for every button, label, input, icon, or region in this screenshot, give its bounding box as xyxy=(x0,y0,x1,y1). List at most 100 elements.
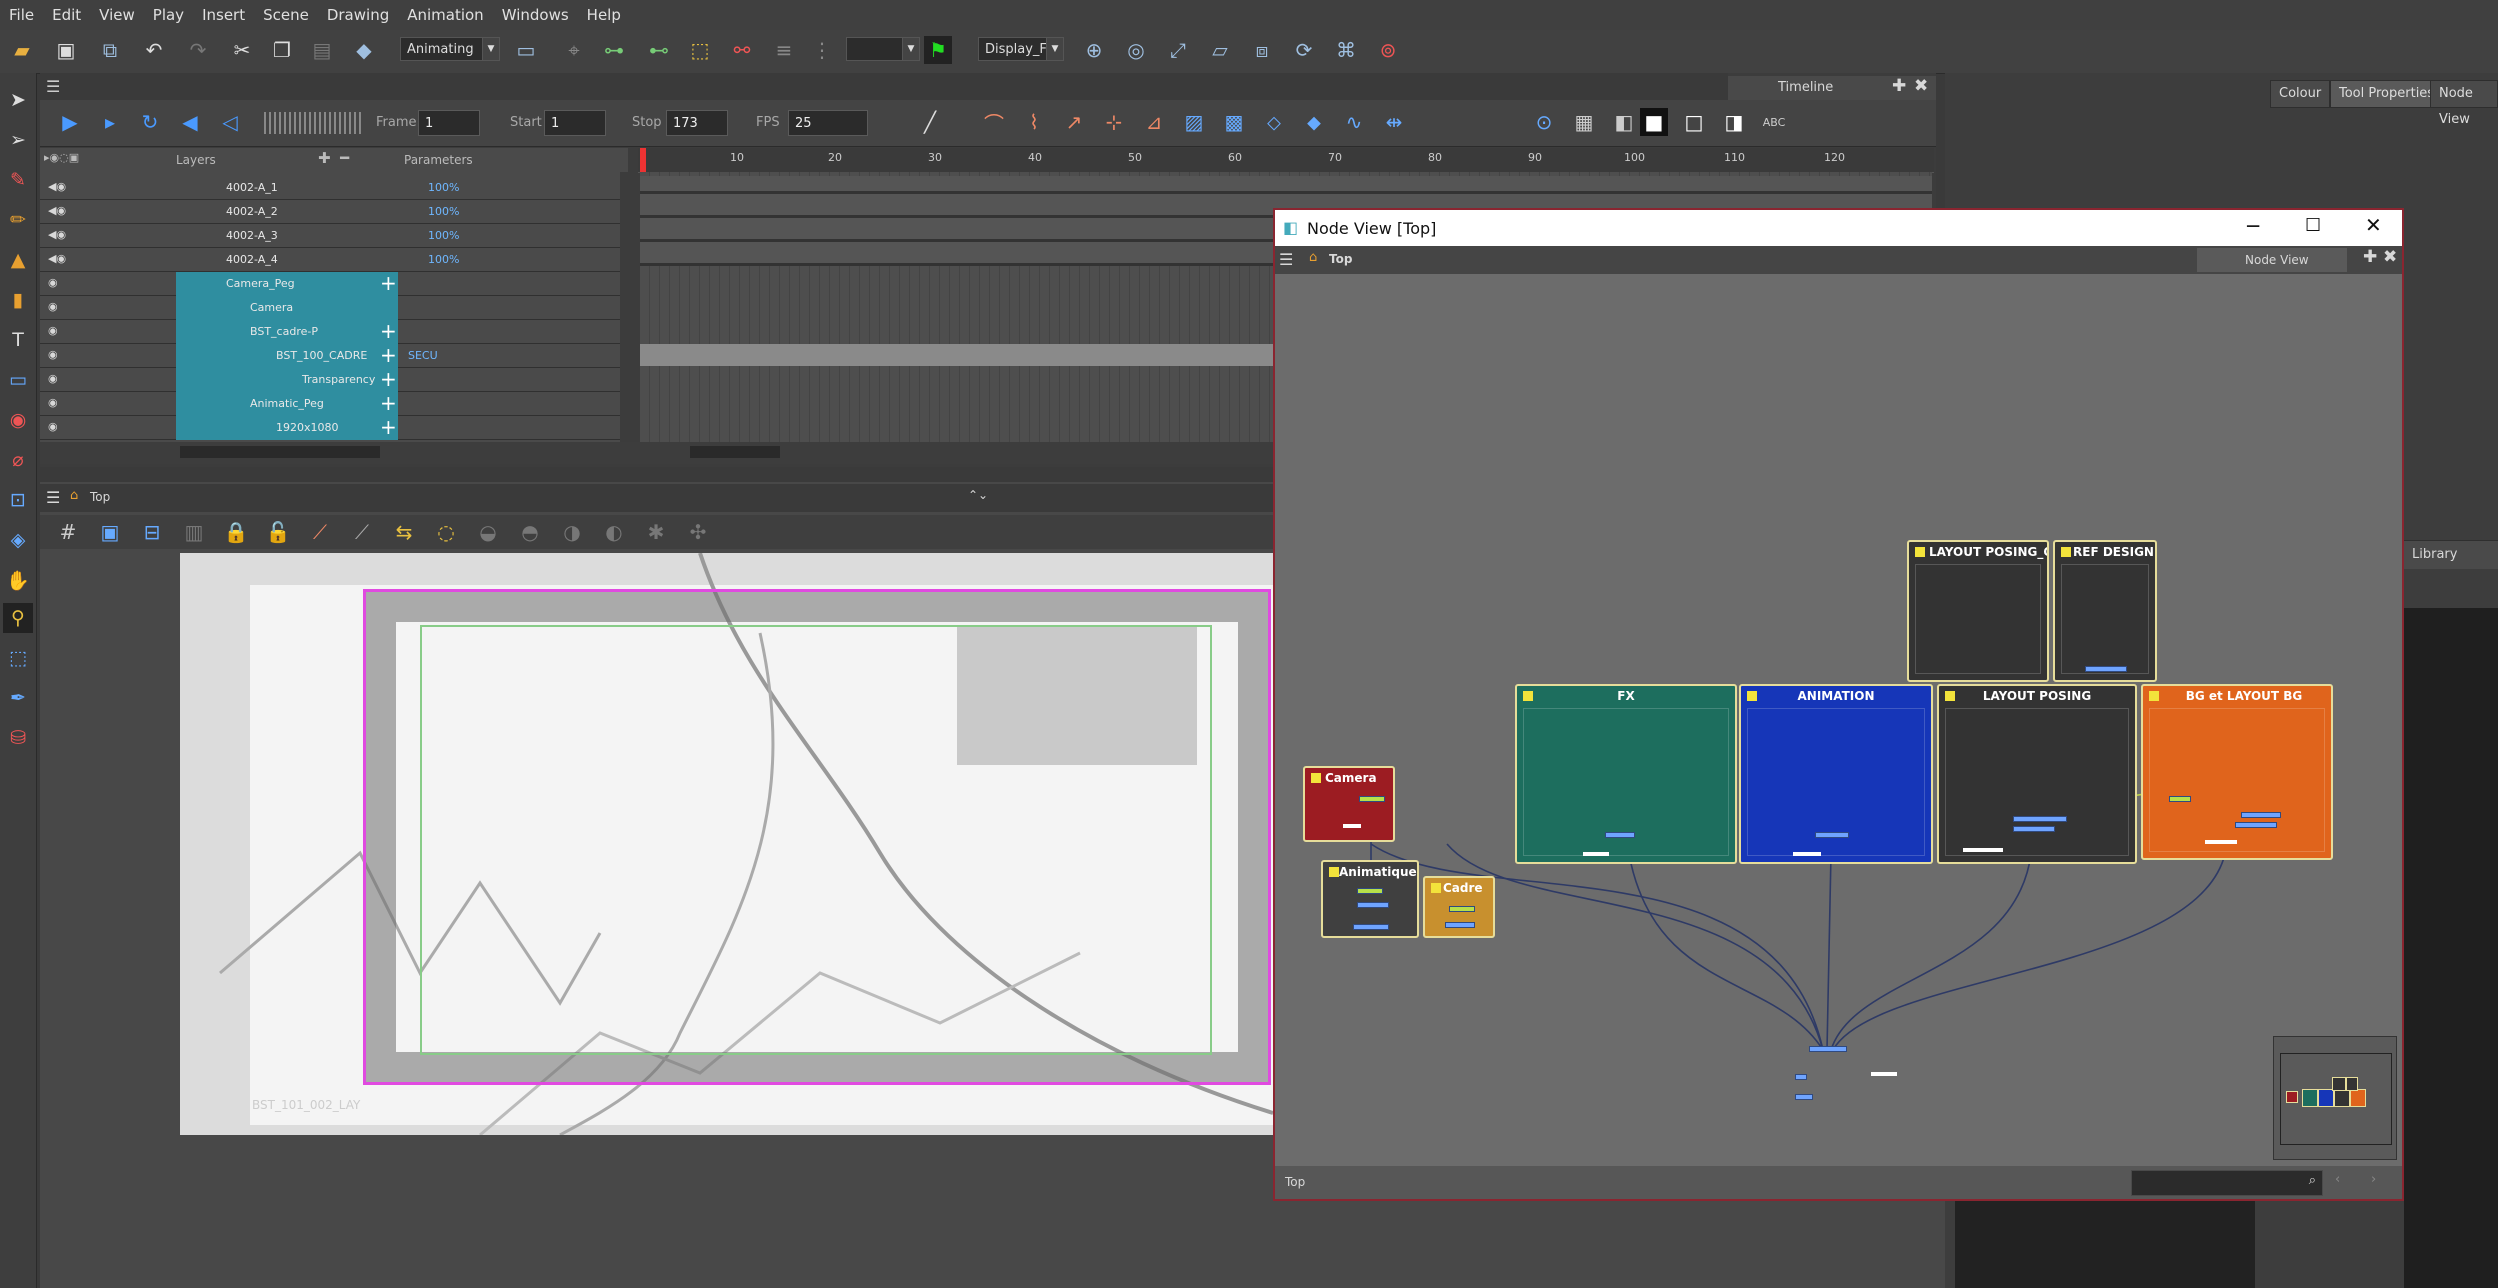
keyframe-icon[interactable]: ⌒ xyxy=(980,108,1008,136)
text-case-icon[interactable]: ABC xyxy=(1760,108,1788,136)
node-cadre[interactable]: Cadre xyxy=(1423,876,1495,938)
mode-combo[interactable]: Animating ▼ xyxy=(400,37,500,61)
layer-opacity[interactable]: 100% xyxy=(428,253,459,266)
cut-icon[interactable]: ✂ xyxy=(228,36,256,64)
layer-d-icon[interactable]: ◐ xyxy=(600,518,628,546)
layer-row[interactable]: ◉ Transparency + xyxy=(40,368,620,392)
navigator-minimap[interactable] xyxy=(2273,1036,2397,1160)
image-icon[interactable]: ▨ xyxy=(1180,108,1208,136)
node-layout-old[interactable]: LAYOUT POSING_OLD xyxy=(1907,540,2049,682)
next-icon[interactable]: › xyxy=(2371,1172,2376,1187)
menu-play[interactable]: Play xyxy=(144,6,193,24)
lock-icon[interactable]: 🔒 xyxy=(222,518,250,546)
mark-outline-icon[interactable]: □ xyxy=(1680,108,1708,136)
node-search-input[interactable]: ⌕ xyxy=(2131,1170,2323,1196)
add-key-icon[interactable]: ⊹ xyxy=(1100,108,1128,136)
node-animatique[interactable]: Animatique xyxy=(1321,860,1419,938)
ik-icon[interactable]: ⟳ xyxy=(1290,36,1318,64)
close-icon[interactable]: ✖ xyxy=(2383,247,2397,267)
node-port[interactable] xyxy=(2235,822,2277,828)
collapse-icon[interactable]: ⌃⌄ xyxy=(968,488,988,502)
ease-icon[interactable]: ⌇ xyxy=(1020,108,1048,136)
play-icon[interactable]: ▶ xyxy=(56,108,84,136)
maximize-icon[interactable]: ☐ xyxy=(2305,215,2321,236)
paint-icon[interactable]: ◉ xyxy=(3,405,33,435)
close-icon[interactable]: ✕ xyxy=(2365,213,2382,237)
add-icon[interactable]: + xyxy=(380,368,397,390)
eye-icon[interactable]: ◉ xyxy=(48,276,58,289)
scrollbar-thumb[interactable] xyxy=(180,446,380,458)
layer-toggles-icon[interactable]: ▸◉◌▣ xyxy=(44,151,79,164)
scale-icon[interactable]: ⤢ xyxy=(1164,36,1192,64)
layer-row[interactable]: ◉ Camera_Peg + xyxy=(40,272,620,296)
record-icon[interactable]: ⊚ xyxy=(1374,36,1402,64)
bounding-box-icon[interactable]: ⬚ xyxy=(686,36,714,64)
ruler-icon[interactable]: ⟋ xyxy=(306,518,334,546)
menu-edit[interactable]: Edit xyxy=(43,6,90,24)
mask-icon[interactable]: ▥ xyxy=(180,518,208,546)
home-icon[interactable]: ⌂ xyxy=(1309,250,1317,265)
frame-field[interactable]: 1 xyxy=(418,110,480,136)
frame-ruler[interactable]: 10 20 30 40 50 60 70 80 90 100 110 120 xyxy=(638,148,1934,173)
hold-icon[interactable]: ⊿ xyxy=(1140,108,1168,136)
camera-breadcrumb[interactable]: Top xyxy=(90,490,110,504)
scene-icon[interactable]: ▭ xyxy=(512,36,540,64)
layer-row[interactable]: ◉ Camera xyxy=(40,296,620,320)
composite-node[interactable] xyxy=(1809,1046,1847,1052)
value-combo[interactable]: ▼ xyxy=(846,37,920,61)
flip-icon[interactable]: ⇆ xyxy=(390,518,418,546)
sound-scrub-icon[interactable]: ◁ xyxy=(216,108,244,136)
motion-icon[interactable]: ↗ xyxy=(1060,108,1088,136)
stamp-icon[interactable]: ▲ xyxy=(3,245,33,275)
node-port[interactable] xyxy=(1357,902,1389,908)
sound-icon[interactable]: ◀◉ xyxy=(48,252,66,265)
fps-field[interactable]: 25 xyxy=(788,110,868,136)
light-icon[interactable]: ◌ xyxy=(432,518,460,546)
node-port[interactable] xyxy=(1583,852,1609,856)
previous-icon[interactable]: ‹ xyxy=(2335,1172,2340,1187)
distribute-icon[interactable]: ⋮ xyxy=(808,36,836,64)
node-icon[interactable]: ⊶ xyxy=(600,36,628,64)
timeline-tab[interactable]: Timeline ✚ ✖ xyxy=(1728,76,1936,100)
center-icon[interactable]: ⊕ xyxy=(1080,36,1108,64)
menu-drawing[interactable]: Drawing xyxy=(318,6,398,24)
layer-b-icon[interactable]: ◓ xyxy=(516,518,544,546)
menu-file[interactable]: File xyxy=(0,6,43,24)
bone-icon[interactable]: ⌘ xyxy=(1332,36,1360,64)
tab-colour[interactable]: Colour xyxy=(2270,80,2331,108)
stage-canvas[interactable]: BST_101_002_LAY xyxy=(180,553,1273,1135)
node-port[interactable] xyxy=(1343,824,1361,828)
kf-add-icon[interactable]: ⬥ xyxy=(1300,108,1328,136)
connect-icon[interactable]: ⇹ xyxy=(1380,108,1408,136)
layer-e-icon[interactable]: ✱ xyxy=(642,518,670,546)
add-icon[interactable]: + xyxy=(380,272,397,294)
onion-icon[interactable]: ⊙ xyxy=(1530,108,1558,136)
node-port[interactable] xyxy=(1359,796,1385,802)
node-port[interactable] xyxy=(1357,888,1383,894)
layer-f-icon[interactable]: ✣ xyxy=(684,518,712,546)
node-animation[interactable]: ANIMATION xyxy=(1739,684,1933,864)
undo-icon[interactable]: ↶ xyxy=(140,36,168,64)
eye-icon[interactable]: ◉ xyxy=(48,372,58,385)
layer-a-icon[interactable]: ◒ xyxy=(474,518,502,546)
node-port[interactable] xyxy=(1353,924,1389,930)
add-layer-icon[interactable]: ✚ xyxy=(318,149,331,167)
layer-row[interactable]: ◉ BST_100_CADRE + SECU xyxy=(40,344,620,368)
node-ref-design[interactable]: REF DESIGN xyxy=(2053,540,2157,682)
node-port[interactable] xyxy=(2013,826,2055,832)
menu-icon[interactable]: ☰ xyxy=(46,77,60,96)
sound-icon[interactable]: ◀◉ xyxy=(48,180,66,193)
view-icon[interactable]: ▣ xyxy=(96,518,124,546)
hierarchy-icon[interactable]: ⊷ xyxy=(645,36,673,64)
eye-icon[interactable]: ◉ xyxy=(48,420,58,433)
node-port[interactable] xyxy=(1449,906,1475,912)
close-icon[interactable]: ✖ xyxy=(1914,76,1928,96)
node-breadcrumb[interactable]: Top xyxy=(1329,252,1352,266)
select-icon[interactable]: ➤ xyxy=(3,85,33,115)
layer-row[interactable]: ◀◉ 4002-A_4 100% xyxy=(40,248,620,272)
brush-icon[interactable]: ✎ xyxy=(3,165,33,195)
add-icon[interactable]: + xyxy=(380,392,397,414)
add-icon[interactable]: + xyxy=(380,416,397,438)
node-port[interactable] xyxy=(1793,852,1821,856)
node-view-titlebar[interactable]: ◧ Node View [Top] ─ ☐ ✕ xyxy=(1275,210,2402,246)
